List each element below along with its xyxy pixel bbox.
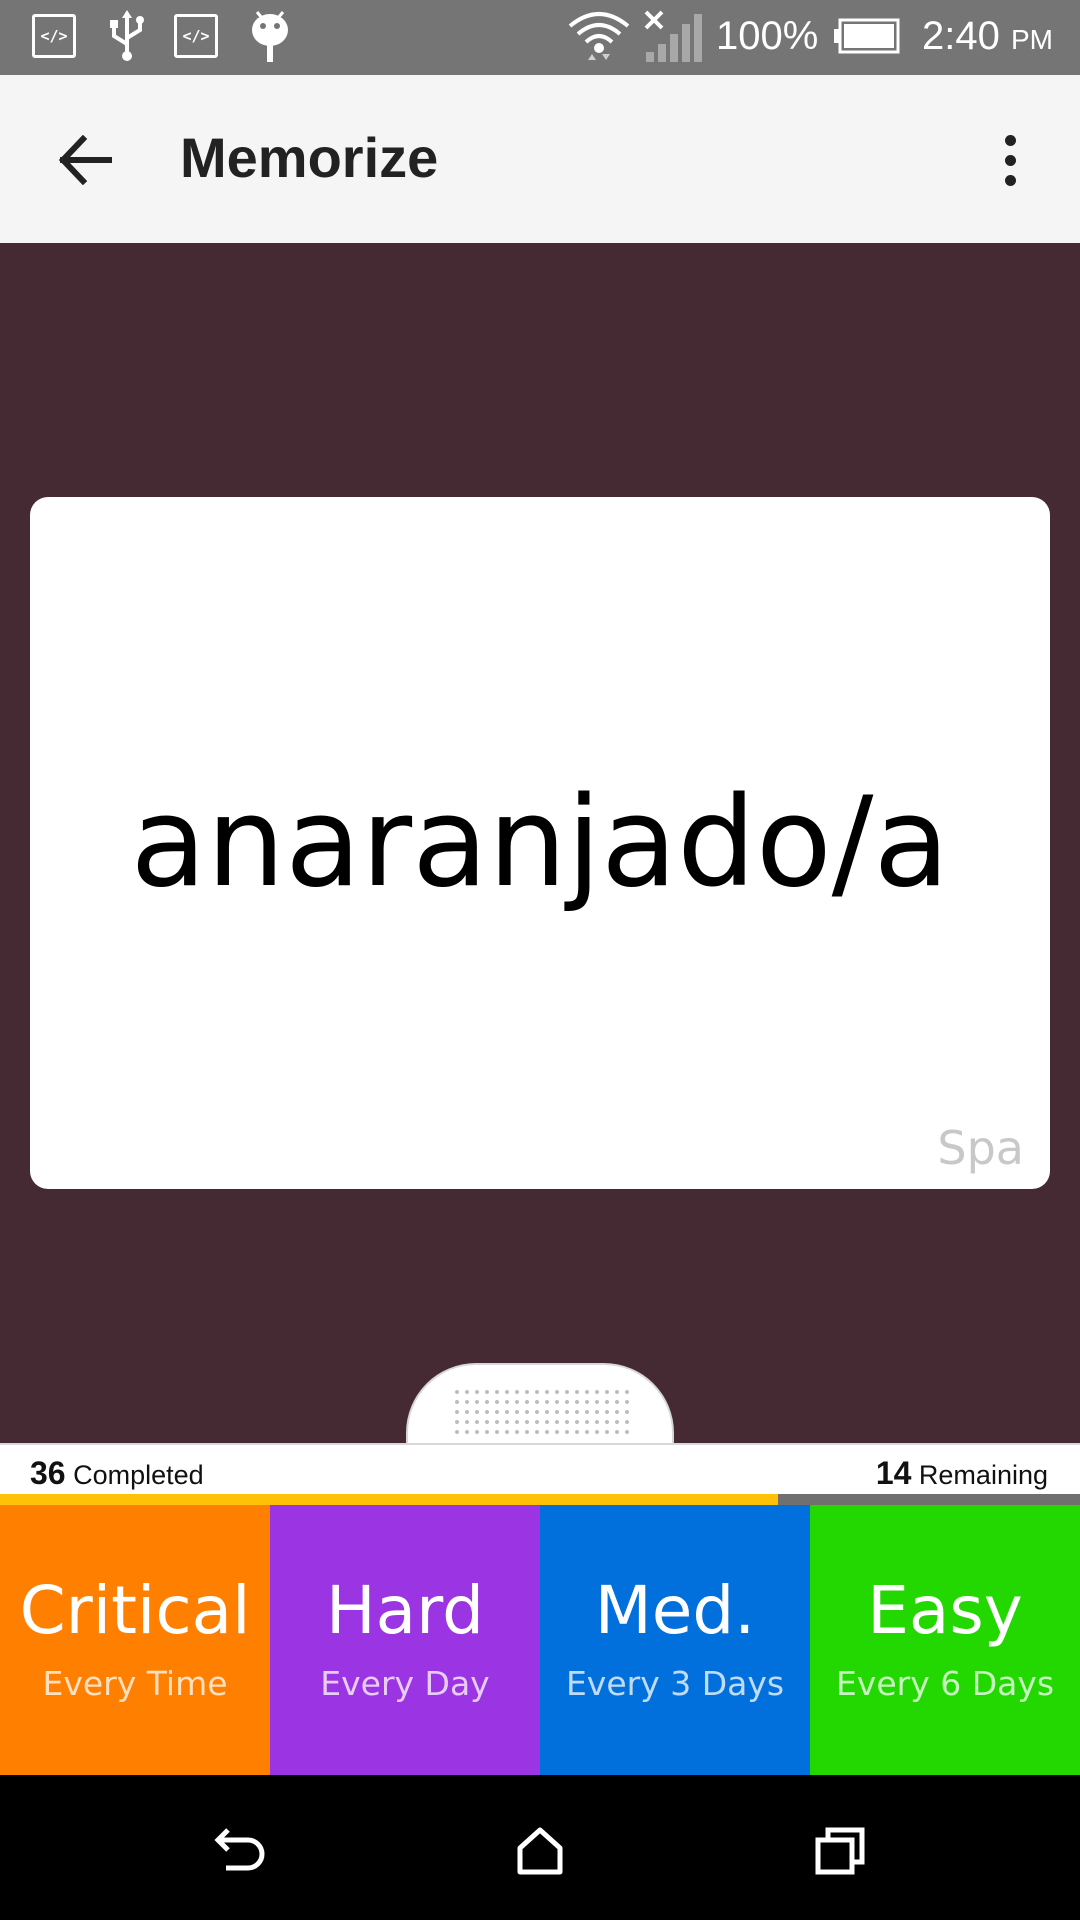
rating-label: Med. (594, 1571, 756, 1649)
code-icon: </> (32, 12, 76, 60)
arrow-back-icon (58, 135, 112, 185)
card-language: Spa (937, 1121, 1024, 1175)
battery-percent: 100% (716, 14, 819, 58)
rating-critical-button[interactable]: Critical Every Time (0, 1505, 270, 1775)
rating-buttons: Critical Every Time Hard Every Day Med. … (0, 1505, 1080, 1775)
more-vert-icon-dot (1004, 174, 1016, 186)
grip-icon (452, 1387, 632, 1435)
rating-label: Easy (867, 1571, 1023, 1649)
battery-icon (832, 12, 902, 60)
home-nav-icon (517, 1827, 563, 1875)
system-nav-bar (0, 1775, 1080, 1920)
back-nav-icon (214, 1828, 265, 1871)
rating-label: Hard (326, 1571, 484, 1649)
rating-hard-button[interactable]: Hard Every Day (270, 1505, 540, 1775)
drawer-handle[interactable] (406, 1363, 674, 1445)
rating-interval: Every Time (42, 1663, 228, 1703)
more-vert-icon (1004, 134, 1016, 146)
rating-interval: Every 3 Days (565, 1663, 785, 1703)
flashcard[interactable]: anaranjado/a Spa (30, 497, 1050, 1189)
remaining-label: Remaining (918, 1460, 1048, 1490)
more-options-button[interactable] (980, 120, 1040, 200)
card-word: anaranjado/a (130, 771, 950, 915)
usb-icon (104, 10, 150, 61)
back-button[interactable] (40, 115, 130, 205)
recents-nav-icon (815, 1827, 865, 1875)
progress-bar (0, 1494, 1080, 1505)
clock-suffix: PM (1010, 24, 1053, 55)
nav-back-button[interactable] (190, 1800, 290, 1900)
signal-icon (642, 10, 704, 62)
status-bar: </> </> 100% 2:40 PM (0, 0, 1080, 75)
clock-time: 2:40 (922, 14, 1000, 58)
wifi-icon (566, 12, 632, 60)
rating-interval: Every 6 Days (835, 1663, 1055, 1703)
completed-number: 36 (30, 1455, 66, 1491)
code-icon: </> (174, 12, 218, 60)
clock: 2:40 PM (922, 14, 1053, 59)
nav-home-button[interactable] (490, 1800, 590, 1900)
app-bar: Memorize (0, 75, 1080, 243)
rating-medium-button[interactable]: Med. Every 3 Days (540, 1505, 810, 1775)
nav-recents-button[interactable] (790, 1800, 890, 1900)
remaining-number: 14 (875, 1455, 912, 1491)
rating-easy-button[interactable]: Easy Every 6 Days (810, 1505, 1080, 1775)
remaining-count: 14 Remaining (876, 1455, 1048, 1492)
rating-label: Critical (19, 1571, 251, 1649)
completed-count: 36 Completed (30, 1455, 204, 1492)
progress-fill (0, 1494, 778, 1505)
page-title: Memorize (180, 126, 439, 189)
more-vert-icon-dot (1004, 154, 1016, 166)
completed-label: Completed (73, 1460, 204, 1490)
android-icon (248, 11, 292, 62)
rating-interval: Every Day (320, 1663, 490, 1703)
